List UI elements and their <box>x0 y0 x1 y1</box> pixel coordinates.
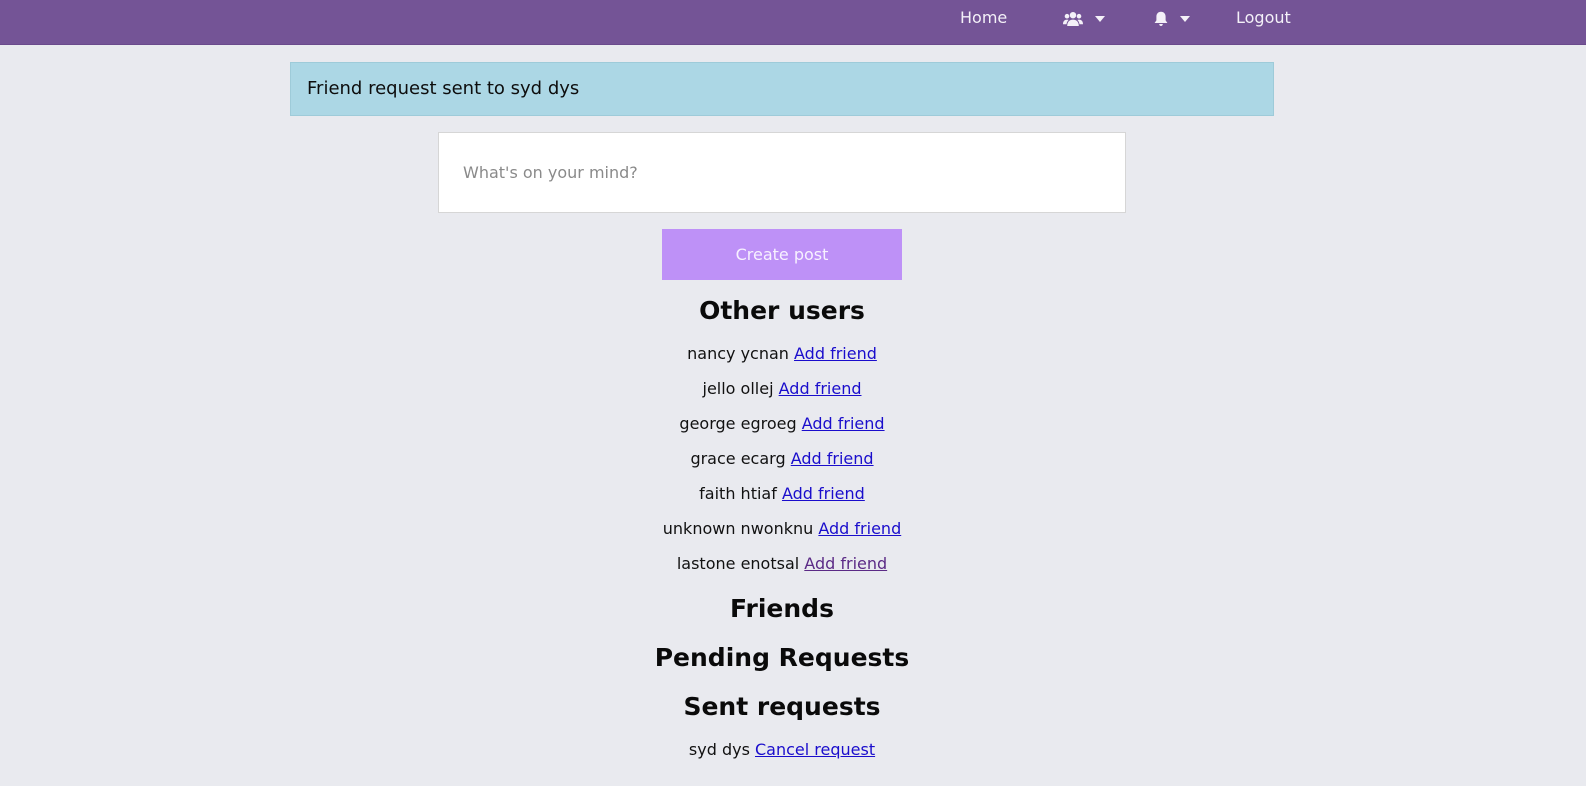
users-icon <box>1063 12 1083 26</box>
user-name: jello ollej <box>702 379 774 398</box>
user-row: lastone enotsal Add friend <box>0 554 1564 574</box>
user-name: lastone enotsal <box>676 554 800 573</box>
other-users-heading: Other users <box>699 296 865 325</box>
sent-request-row: syd dys Cancel request <box>0 740 1564 760</box>
friends-heading: Friends <box>730 594 834 623</box>
notifications-dropdown[interactable] <box>1154 0 1190 38</box>
bell-icon <box>1154 11 1168 26</box>
cancel-request-link[interactable]: Cancel request <box>755 740 875 759</box>
add-friend-link[interactable]: Add friend <box>794 344 877 363</box>
user-row: grace ecarg Add friend <box>0 449 1564 469</box>
chevron-down-icon <box>1180 16 1190 22</box>
user-name: faith htiaf <box>699 484 777 503</box>
create-post-button[interactable]: Create post <box>662 229 902 280</box>
friends-dropdown[interactable] <box>1063 0 1105 38</box>
pending-requests-heading: Pending Requests <box>654 643 910 672</box>
user-row: george egroeg Add friend <box>0 414 1564 434</box>
user-name: syd dys <box>688 740 750 759</box>
sent-requests-heading: Sent requests <box>683 692 881 721</box>
user-name: nancy ycnan <box>687 344 789 363</box>
add-friend-link[interactable]: Add friend <box>802 414 885 433</box>
user-row: jello ollej Add friend <box>0 379 1564 399</box>
friend-request-alert: Friend request sent to syd dys <box>290 62 1274 116</box>
add-friend-link[interactable]: Add friend <box>804 554 887 573</box>
top-navbar: Home Logout <box>0 0 1586 45</box>
user-name: grace ecarg <box>690 449 786 468</box>
nav-home-link[interactable]: Home <box>960 0 1007 45</box>
user-row: nancy ycnan Add friend <box>0 344 1564 364</box>
user-row: faith htiaf Add friend <box>0 484 1564 504</box>
post-input[interactable] <box>438 132 1126 213</box>
add-friend-link[interactable]: Add friend <box>818 519 901 538</box>
chevron-down-icon <box>1095 16 1105 22</box>
user-name: unknown nwonknu <box>662 519 814 538</box>
nav-logout-link[interactable]: Logout <box>1236 0 1291 45</box>
add-friend-link[interactable]: Add friend <box>779 379 862 398</box>
add-friend-link[interactable]: Add friend <box>791 449 874 468</box>
user-row: unknown nwonknu Add friend <box>0 519 1564 539</box>
user-name: george egroeg <box>679 414 797 433</box>
add-friend-link[interactable]: Add friend <box>782 484 865 503</box>
